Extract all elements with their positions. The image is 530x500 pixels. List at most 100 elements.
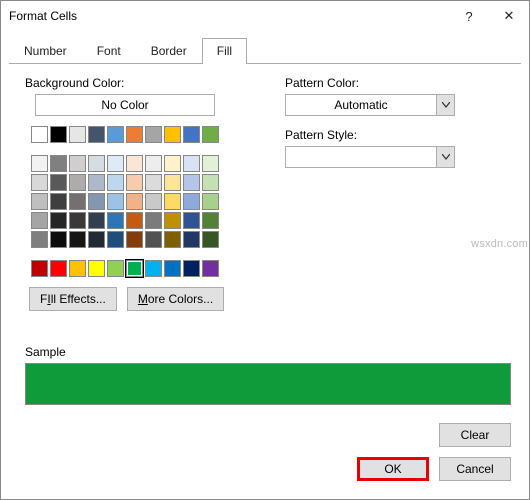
color-swatch[interactable]	[69, 174, 86, 191]
cancel-button[interactable]: Cancel	[439, 457, 511, 481]
chevron-down-icon	[436, 147, 454, 167]
tab-strip: Number Font Border Fill	[9, 37, 529, 63]
color-swatch[interactable]	[50, 193, 67, 210]
color-swatch[interactable]	[145, 260, 162, 277]
color-swatch[interactable]	[164, 212, 181, 229]
color-swatch[interactable]	[69, 231, 86, 248]
tab-border[interactable]: Border	[136, 38, 202, 64]
color-swatch[interactable]	[126, 174, 143, 191]
sample-label: Sample	[25, 345, 511, 359]
color-swatch[interactable]	[69, 126, 86, 143]
standard-color-row	[31, 260, 255, 277]
close-button[interactable]: ✕	[489, 1, 529, 31]
color-swatch[interactable]	[88, 231, 105, 248]
format-cells-dialog: Format Cells ? ✕ Number Font Border Fill…	[0, 0, 530, 500]
color-swatch[interactable]	[69, 155, 86, 172]
background-color-label: Background Color:	[25, 76, 255, 90]
color-swatch[interactable]	[145, 155, 162, 172]
color-swatch[interactable]	[126, 155, 143, 172]
color-swatch[interactable]	[88, 155, 105, 172]
color-swatch[interactable]	[164, 231, 181, 248]
color-swatch[interactable]	[126, 260, 143, 277]
dialog-title: Format Cells	[9, 9, 449, 23]
color-swatch[interactable]	[164, 260, 181, 277]
color-swatch[interactable]	[31, 174, 48, 191]
color-swatch[interactable]	[31, 193, 48, 210]
color-swatch[interactable]	[107, 231, 124, 248]
theme-color-row	[31, 126, 255, 143]
color-swatch[interactable]	[164, 174, 181, 191]
more-colors-button[interactable]: More Colors...	[127, 287, 224, 311]
tab-font[interactable]: Font	[82, 38, 136, 64]
color-swatch[interactable]	[107, 174, 124, 191]
color-swatch[interactable]	[183, 231, 200, 248]
pattern-style-label: Pattern Style:	[285, 128, 511, 142]
color-swatch[interactable]	[50, 174, 67, 191]
ok-button[interactable]: OK	[357, 457, 429, 481]
pattern-color-dropdown[interactable]: Automatic	[285, 94, 455, 116]
color-swatch[interactable]	[202, 174, 219, 191]
color-swatch[interactable]	[88, 193, 105, 210]
color-swatch[interactable]	[88, 260, 105, 277]
help-button[interactable]: ?	[449, 1, 489, 31]
color-swatch[interactable]	[202, 126, 219, 143]
color-swatch[interactable]	[50, 155, 67, 172]
color-swatch[interactable]	[183, 193, 200, 210]
color-swatch[interactable]	[50, 260, 67, 277]
no-color-button[interactable]: No Color	[35, 94, 215, 116]
color-swatch[interactable]	[107, 193, 124, 210]
color-swatch[interactable]	[202, 260, 219, 277]
color-swatch[interactable]	[126, 126, 143, 143]
color-swatch[interactable]	[69, 193, 86, 210]
color-swatch[interactable]	[145, 174, 162, 191]
color-swatch[interactable]	[107, 260, 124, 277]
pattern-style-dropdown[interactable]	[285, 146, 455, 168]
clear-button[interactable]: Clear	[439, 423, 511, 447]
sample-preview	[25, 363, 511, 405]
fill-effects-button[interactable]: FIll Effects...	[29, 287, 117, 311]
color-swatch[interactable]	[164, 193, 181, 210]
color-swatch[interactable]	[145, 212, 162, 229]
theme-color-grid	[31, 155, 255, 248]
watermark: wsxdn.com	[471, 238, 528, 250]
color-swatch[interactable]	[183, 174, 200, 191]
color-swatch[interactable]	[88, 212, 105, 229]
color-swatch[interactable]	[145, 231, 162, 248]
tab-number[interactable]: Number	[9, 38, 82, 64]
color-swatch[interactable]	[88, 126, 105, 143]
color-swatch[interactable]	[31, 126, 48, 143]
color-swatch[interactable]	[69, 212, 86, 229]
color-swatch[interactable]	[183, 260, 200, 277]
color-swatch[interactable]	[50, 126, 67, 143]
pattern-color-value: Automatic	[286, 95, 436, 115]
color-swatch[interactable]	[164, 126, 181, 143]
color-swatch[interactable]	[69, 260, 86, 277]
color-swatch[interactable]	[183, 126, 200, 143]
color-swatch[interactable]	[183, 212, 200, 229]
color-swatch[interactable]	[202, 212, 219, 229]
color-swatch[interactable]	[164, 155, 181, 172]
color-swatch[interactable]	[88, 174, 105, 191]
color-swatch[interactable]	[145, 126, 162, 143]
color-swatch[interactable]	[31, 231, 48, 248]
color-swatch[interactable]	[202, 155, 219, 172]
color-swatch[interactable]	[107, 155, 124, 172]
color-swatch[interactable]	[202, 231, 219, 248]
pattern-style-value	[286, 147, 436, 167]
color-swatch[interactable]	[31, 212, 48, 229]
color-swatch[interactable]	[126, 212, 143, 229]
color-swatch[interactable]	[50, 212, 67, 229]
color-swatch[interactable]	[183, 155, 200, 172]
tab-fill[interactable]: Fill	[202, 38, 247, 64]
color-swatch[interactable]	[107, 212, 124, 229]
titlebar: Format Cells ? ✕	[1, 1, 529, 31]
color-swatch[interactable]	[50, 231, 67, 248]
color-swatch[interactable]	[202, 193, 219, 210]
color-swatch[interactable]	[107, 126, 124, 143]
color-swatch[interactable]	[126, 193, 143, 210]
pattern-color-label: Pattern Color:	[285, 76, 511, 90]
color-swatch[interactable]	[31, 155, 48, 172]
color-swatch[interactable]	[31, 260, 48, 277]
color-swatch[interactable]	[145, 193, 162, 210]
color-swatch[interactable]	[126, 231, 143, 248]
